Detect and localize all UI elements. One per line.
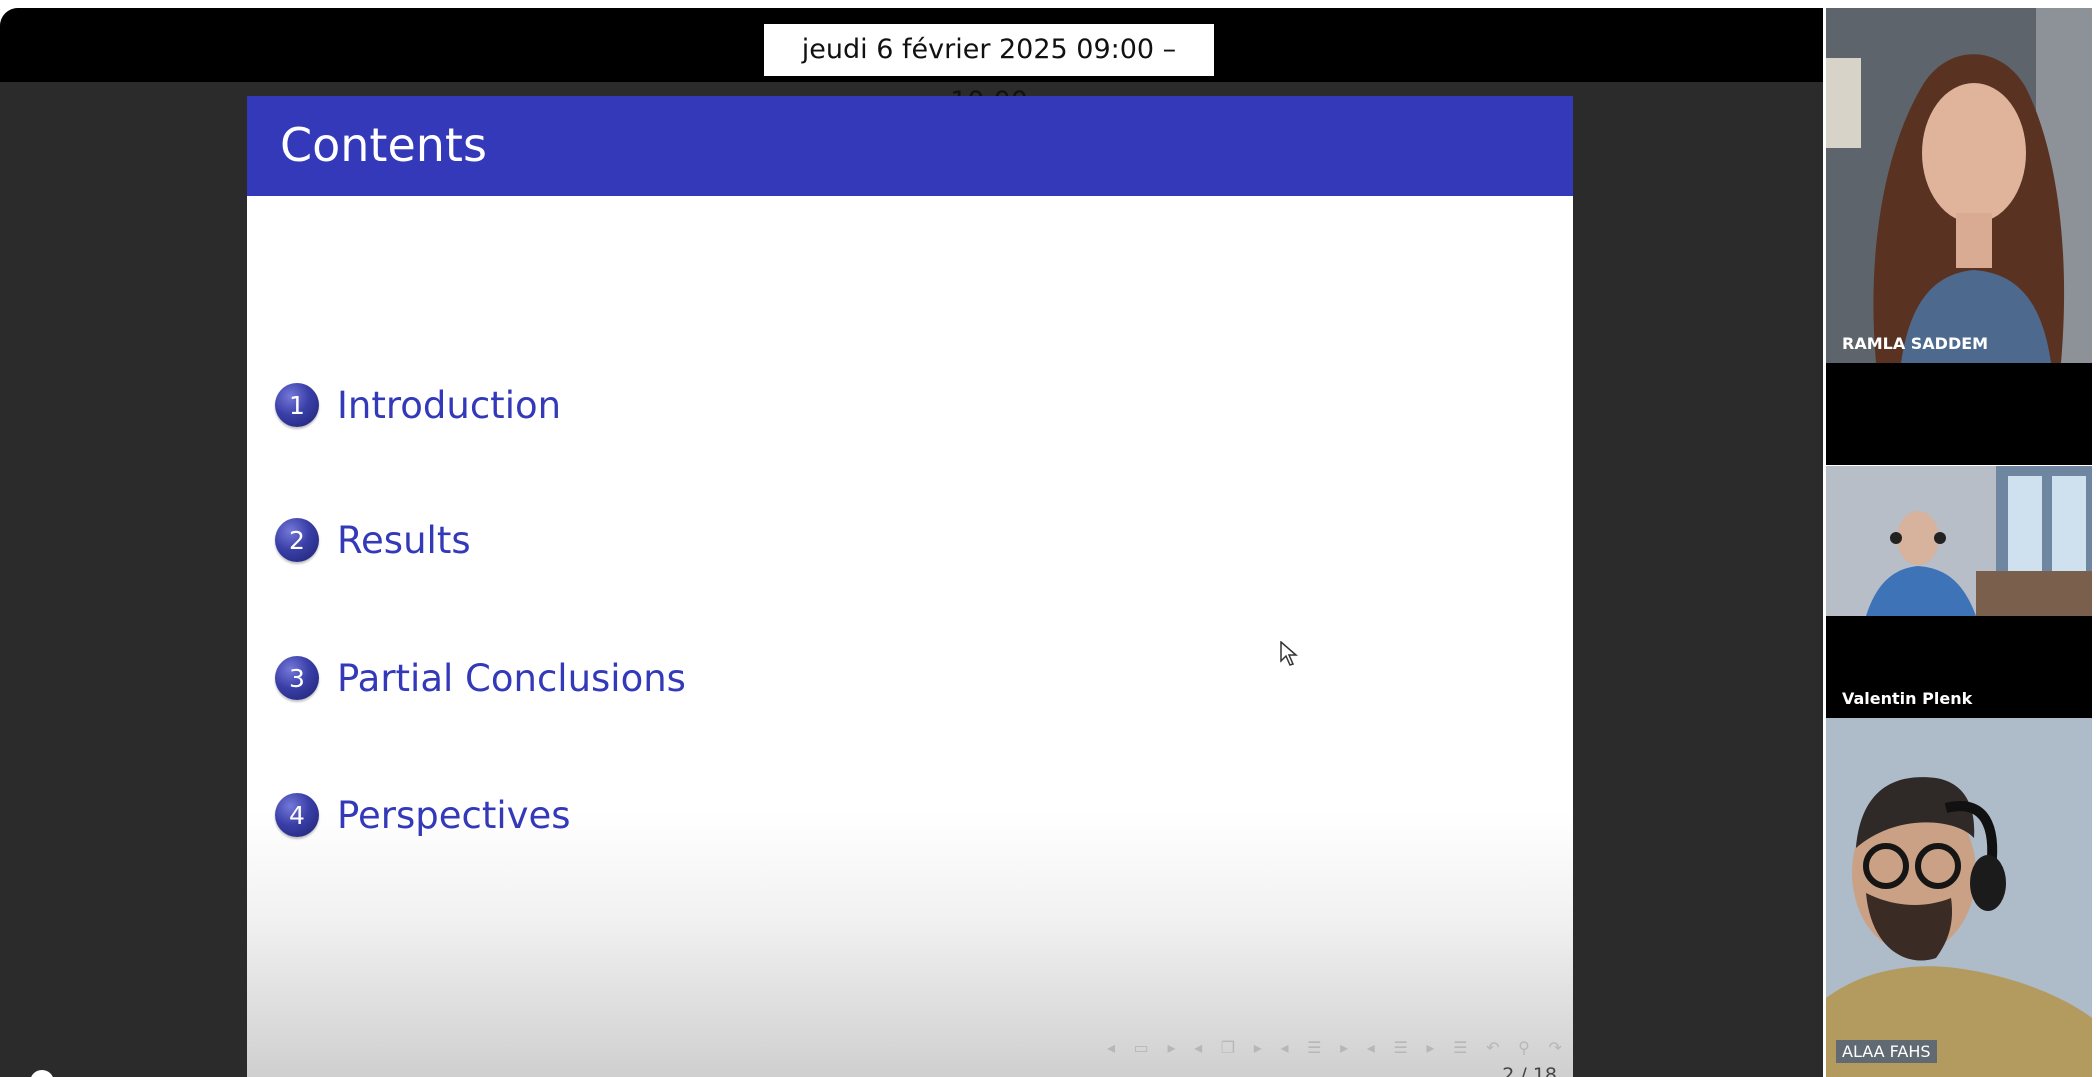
tile-separator: Valentin Plenk bbox=[1826, 616, 2092, 718]
participant-video-icon bbox=[1826, 466, 2092, 616]
nav-part-prev-icon[interactable]: ◂ bbox=[1367, 1038, 1375, 1057]
presentation-slide: Contents 1 Introduction 2 Results 3 Part… bbox=[247, 96, 1573, 1077]
participant-name: Valentin Plenk bbox=[1842, 689, 1973, 708]
nav-part-next-icon[interactable]: ▸ bbox=[1426, 1038, 1434, 1057]
mouse-pointer-icon bbox=[1280, 641, 1298, 666]
participant-tile-ramla-saddem[interactable]: RAMLA SADDEM bbox=[1826, 8, 2092, 363]
participant-name: RAMLA SADDEM bbox=[1842, 334, 1989, 353]
nav-part-icon[interactable]: ☰ bbox=[1393, 1038, 1407, 1057]
nav-search-icon[interactable]: ⚲ bbox=[1518, 1038, 1530, 1057]
toc-item-partial-conclusions[interactable]: 3 Partial Conclusions bbox=[275, 653, 686, 703]
toc-item-results[interactable]: 2 Results bbox=[275, 515, 471, 565]
nav-frame-prev-icon[interactable]: ◂ bbox=[1107, 1038, 1115, 1057]
toc-label: Introduction bbox=[337, 383, 562, 427]
nav-frame-next-icon[interactable]: ▸ bbox=[1167, 1038, 1175, 1057]
toc-label: Perspectives bbox=[337, 793, 571, 837]
slide-title: Contents bbox=[280, 118, 487, 172]
nav-subsection-prev-icon[interactable]: ◂ bbox=[1194, 1038, 1202, 1057]
participant-video-icon bbox=[1826, 718, 2092, 1077]
slide-header: Contents bbox=[247, 96, 1573, 196]
screen-share-stage: jeudi 6 février 2025 09:00 – 10:00 Conte… bbox=[0, 8, 1823, 1077]
nav-section-prev-icon[interactable]: ◂ bbox=[1280, 1038, 1288, 1057]
video-progress-handle[interactable] bbox=[30, 1070, 54, 1077]
toc-number-badge: 1 bbox=[275, 383, 319, 427]
toc-number-badge: 4 bbox=[275, 793, 319, 837]
toc-number-badge: 3 bbox=[275, 656, 319, 700]
nav-section-icon[interactable]: ☰ bbox=[1307, 1038, 1321, 1057]
toc-item-perspectives[interactable]: 4 Perspectives bbox=[275, 790, 571, 840]
toc-label: Partial Conclusions bbox=[337, 656, 686, 700]
participant-tile-valentin-plenk[interactable] bbox=[1826, 466, 2092, 616]
tile-separator bbox=[1826, 363, 2092, 465]
nav-section-next-icon[interactable]: ▸ bbox=[1340, 1038, 1348, 1057]
nav-toc-icon[interactable]: ☰ bbox=[1453, 1038, 1467, 1057]
participant-name: ALAA FAHS bbox=[1836, 1040, 1937, 1063]
nav-subsection-next-icon[interactable]: ▸ bbox=[1254, 1038, 1262, 1057]
toc-number-badge: 2 bbox=[275, 518, 319, 562]
toc-item-introduction[interactable]: 1 Introduction bbox=[275, 380, 561, 430]
beamer-navigation-bar: ◂ ▭ ▸ ◂ ❐ ▸ ◂ ☰ ▸ ◂ ☰ ▸ ☰ ↶ ⚲ ↷ bbox=[1107, 1035, 1562, 1059]
nav-subsection-icon[interactable]: ❐ bbox=[1221, 1038, 1235, 1057]
participant-video-icon bbox=[1826, 8, 2092, 363]
top-bar: jeudi 6 février 2025 09:00 – 10:00 bbox=[0, 8, 1823, 117]
nav-frame-icon[interactable]: ▭ bbox=[1134, 1038, 1149, 1057]
nav-forward-icon[interactable]: ↷ bbox=[1548, 1038, 1561, 1057]
meeting-datetime: jeudi 6 février 2025 09:00 – 10:00 bbox=[764, 24, 1214, 117]
slide-page-number: 2 / 18 bbox=[1502, 1064, 1557, 1077]
nav-back-icon[interactable]: ↶ bbox=[1486, 1038, 1499, 1057]
toc-label: Results bbox=[337, 518, 471, 562]
participant-tile-alaa-fahs[interactable]: ALAA FAHS bbox=[1826, 718, 2092, 1077]
